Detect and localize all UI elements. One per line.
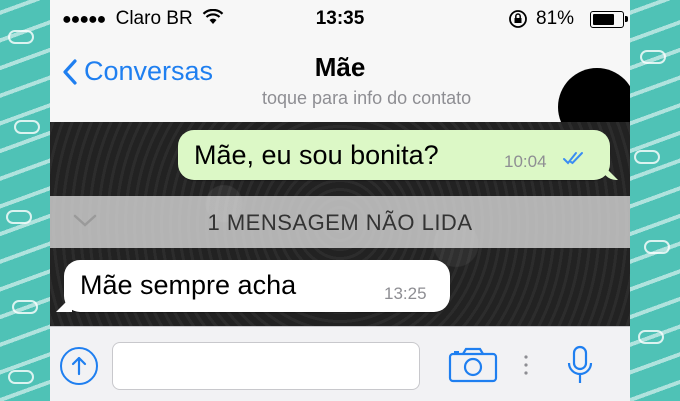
battery-fill [593, 14, 615, 25]
camera-icon[interactable] [448, 347, 498, 383]
arrow-up-icon [71, 356, 87, 376]
decorative-side-pattern-right [630, 0, 680, 401]
rotation-lock-icon [509, 10, 527, 28]
share-button[interactable] [60, 347, 98, 385]
message-text: Mãe, eu sou bonita? [194, 140, 439, 170]
message-input-bar [50, 326, 630, 401]
incoming-message-bubble[interactable]: Mãe sempre acha 13:25 [64, 260, 450, 312]
message-text-field[interactable] [112, 342, 420, 390]
microphone-icon[interactable] [566, 345, 594, 387]
conversation-area: Mãe, eu sou bonita? 10:04 1 MENSAGEM NÃO… [50, 122, 630, 326]
message-text: Mãe sempre acha [80, 270, 297, 300]
message-time: 13:25 [384, 284, 427, 303]
contact-info-hint[interactable]: toque para info do contato [262, 88, 471, 109]
unread-banner-label: 1 MENSAGEM NÃO LIDA [207, 210, 473, 235]
message-time: 10:04 [504, 152, 547, 171]
battery-percentage: 81% [536, 8, 575, 29]
double-check-read-icon [563, 152, 583, 165]
battery-icon [590, 11, 628, 28]
decorative-side-pattern-left [0, 0, 50, 401]
status-bar: ●●●●● Claro BR 13:35 81% [50, 0, 630, 38]
outgoing-message-bubble[interactable]: Mãe, eu sou bonita? 10:04 [178, 130, 610, 180]
chat-header: Conversas Mãe toque para info do contato [50, 38, 630, 146]
more-options-icon[interactable] [523, 354, 529, 376]
unread-messages-banner: 1 MENSAGEM NÃO LIDA [50, 196, 630, 248]
contact-name[interactable]: Mãe [50, 52, 630, 83]
phone-screen: ●●●●● Claro BR 13:35 81% Conversas Mãe t… [50, 0, 630, 401]
